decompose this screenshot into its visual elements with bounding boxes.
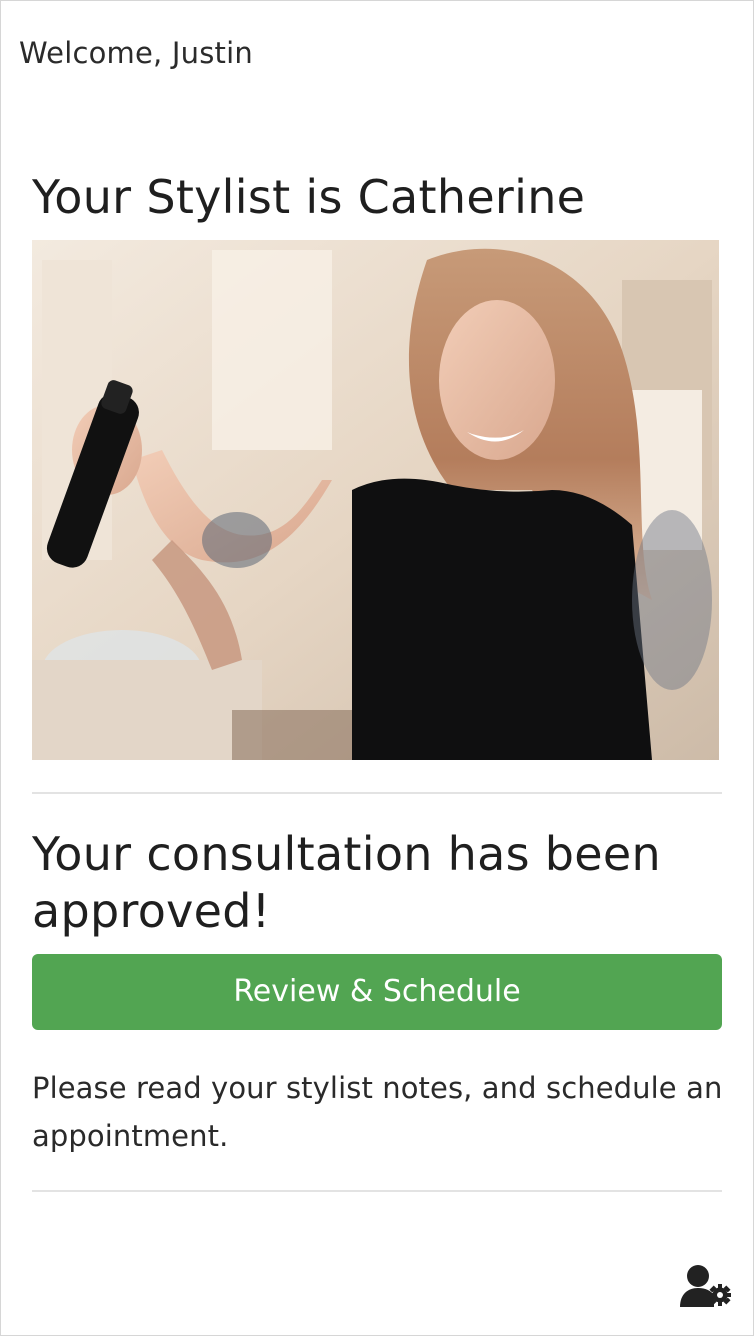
stylist-heading: Your Stylist is Catherine — [32, 170, 586, 224]
divider-bottom — [32, 1190, 722, 1192]
review-schedule-button[interactable]: Review & Schedule — [32, 954, 722, 1030]
user-settings-icon[interactable] — [680, 1264, 736, 1310]
welcome-text: Welcome, Justin — [19, 36, 253, 70]
stylist-notes-message: Please read your stylist notes, and sche… — [32, 1071, 723, 1153]
stylist-photo — [32, 240, 719, 760]
divider-top — [32, 792, 722, 794]
consultation-status-heading: Your consultation has been approved! — [32, 827, 661, 938]
